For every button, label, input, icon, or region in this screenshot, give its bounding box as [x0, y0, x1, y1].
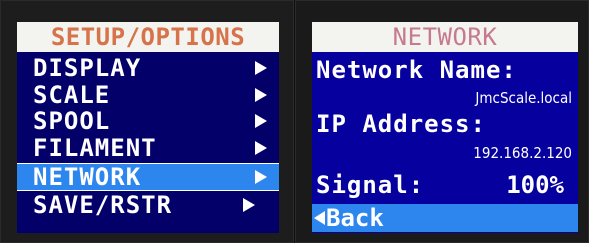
play-arrow-icon: [243, 198, 255, 212]
menu-item-scale[interactable]: SCALE: [17, 82, 279, 108]
back-button[interactable]: Back: [312, 204, 578, 232]
play-arrow-icon: [255, 170, 267, 184]
ip-address-label: IP Address:: [316, 110, 486, 138]
menu-item-label: FILAMENT: [33, 134, 157, 162]
play-arrow-icon: [255, 114, 267, 128]
signal-row: Signal: 100%: [316, 170, 572, 200]
signal-label: Signal:: [316, 171, 425, 199]
menu-item-label: SAVE/RSTR: [33, 191, 173, 219]
network-name-label: Network Name:: [316, 56, 517, 84]
network-name-value: JmcScale.local: [475, 89, 572, 107]
back-label: Back: [326, 204, 384, 232]
menu-item-label: SCALE: [33, 81, 111, 109]
play-arrow-icon: [255, 88, 267, 102]
menu-item-label: SPOOL: [33, 107, 111, 135]
menu-item-spool[interactable]: SPOOL: [17, 108, 279, 134]
menu-item-label: DISPLAY: [33, 54, 142, 82]
setup-title: SETUP/OPTIONS: [17, 22, 279, 52]
menu-item-label: NETWORK: [33, 163, 142, 191]
network-title: NETWORK: [312, 22, 578, 52]
menu-item-display[interactable]: DISPLAY: [17, 55, 279, 81]
play-arrow-icon: [255, 61, 267, 75]
back-arrow-icon: [314, 211, 325, 225]
play-arrow-icon: [255, 141, 267, 155]
menu-item-network[interactable]: NETWORK: [17, 163, 279, 191]
network-device: NETWORK Network Name: JmcScale.local IP …: [295, 0, 589, 243]
setup-device: SETUP/OPTIONS DISPLAY SCALE SPOOL FILAME…: [0, 0, 294, 243]
menu-item-filament[interactable]: FILAMENT: [17, 135, 279, 161]
network-screen: NETWORK Network Name: JmcScale.local IP …: [312, 22, 578, 233]
setup-screen: SETUP/OPTIONS DISPLAY SCALE SPOOL FILAME…: [17, 22, 279, 233]
ip-address-value: 192.168.2.120: [473, 144, 572, 162]
menu-item-save-restore[interactable]: SAVE/RSTR: [17, 192, 279, 218]
signal-value: 100%: [506, 171, 564, 199]
